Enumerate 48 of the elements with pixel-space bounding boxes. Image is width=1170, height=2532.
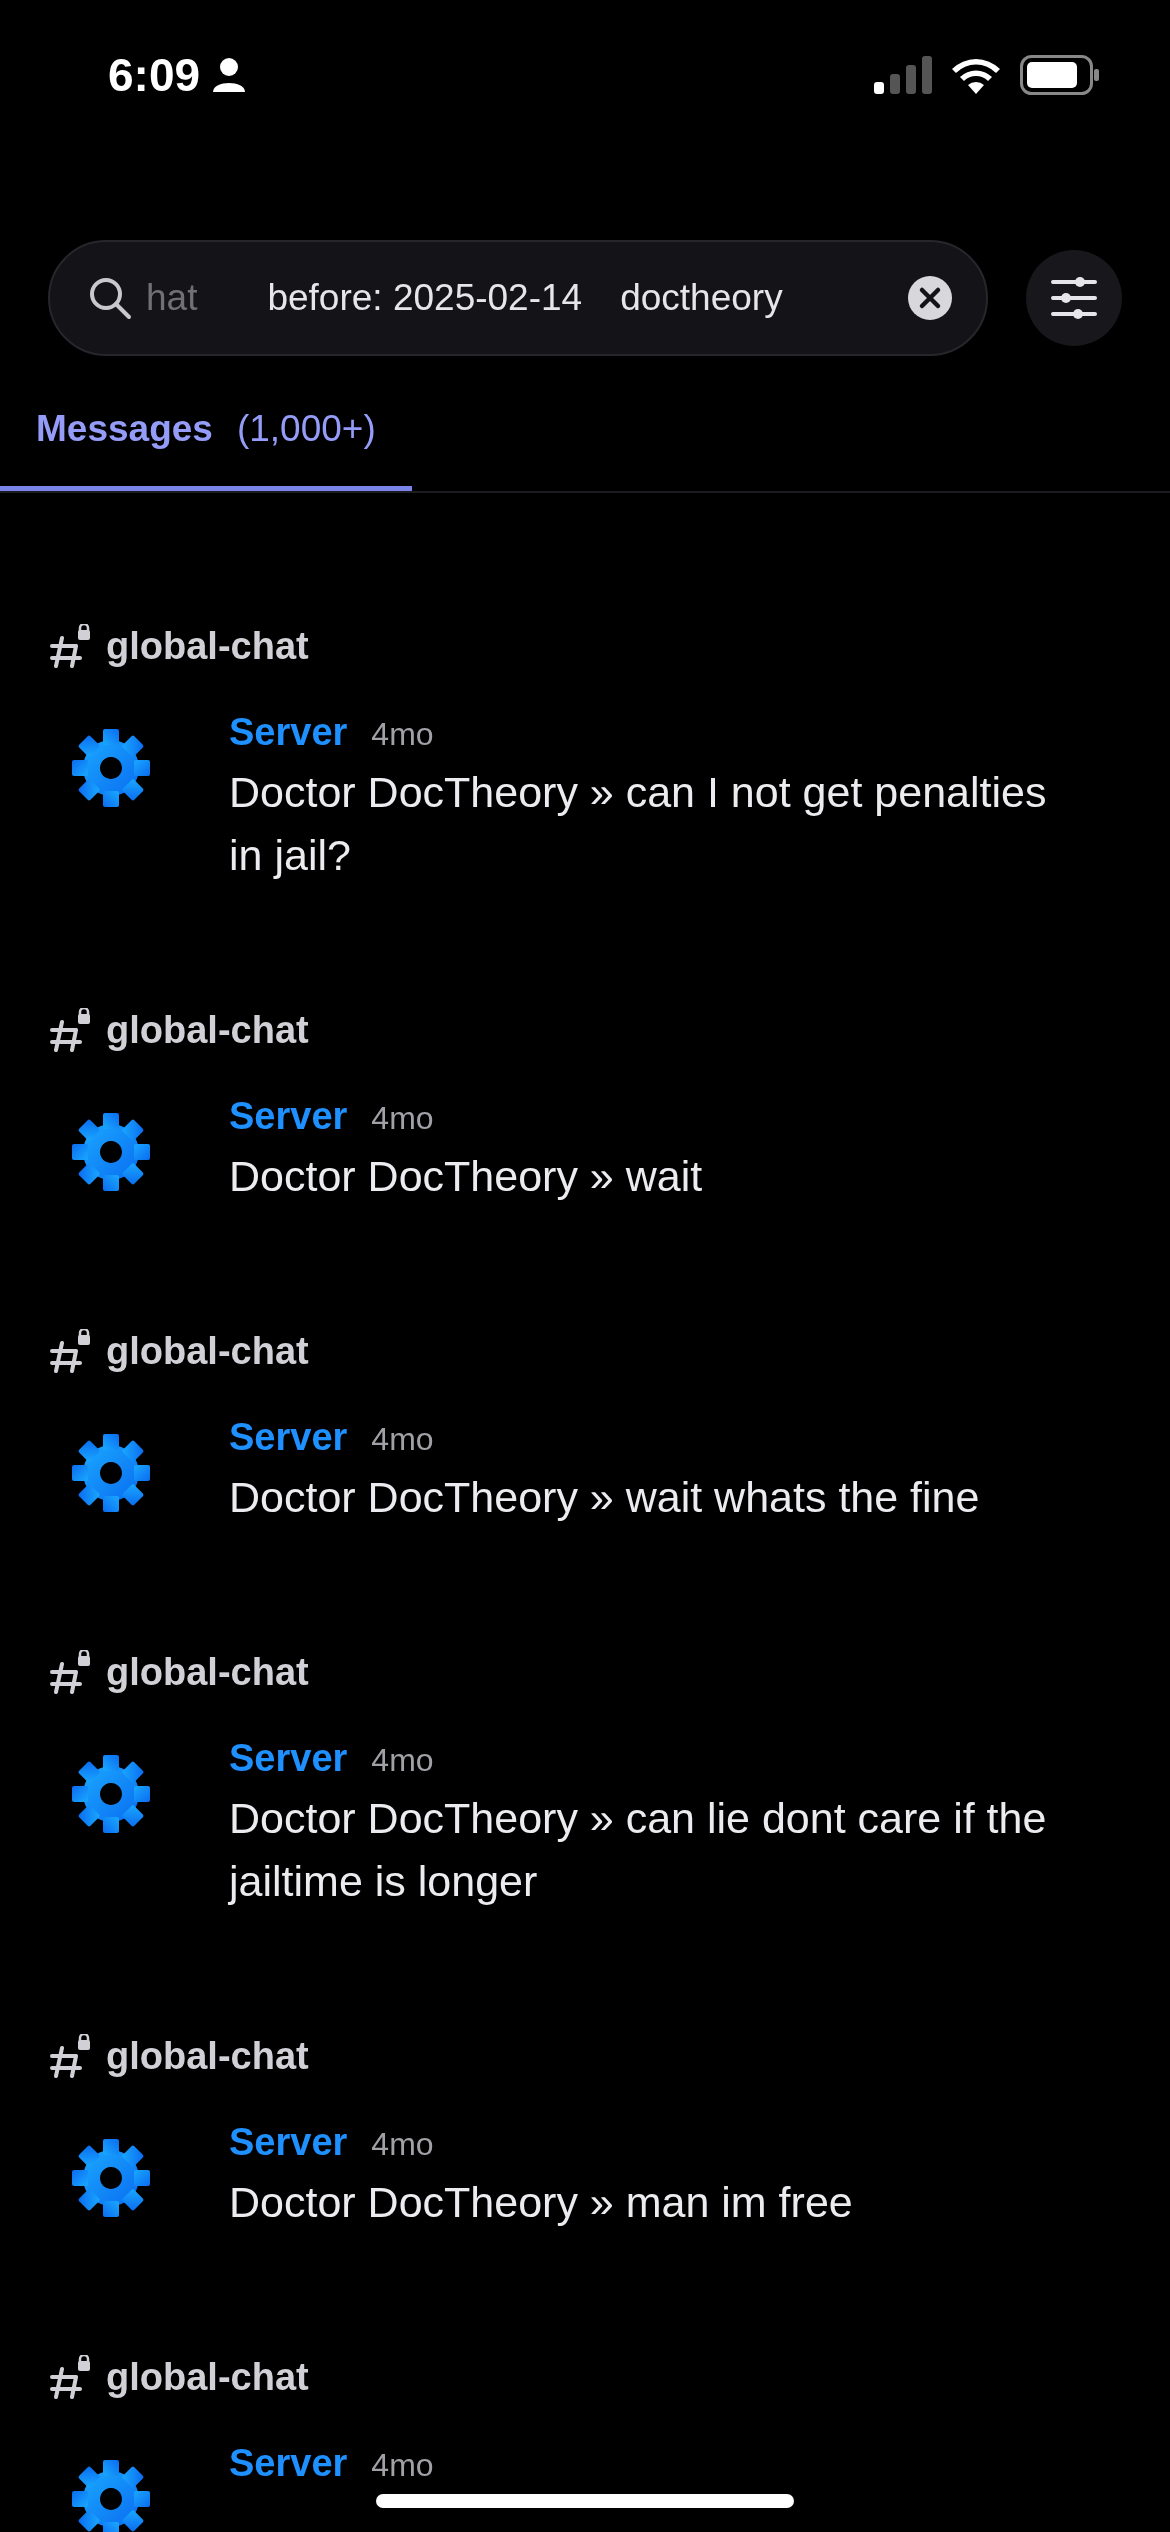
timestamp: 4mo [371, 716, 434, 753]
search-token: doctheory [620, 277, 783, 319]
channel-name: global-chat [106, 1329, 309, 1373]
gear-icon [70, 2458, 151, 2532]
timestamp: 4mo [371, 1100, 434, 1137]
messages-tab[interactable]: Messages (1,000+) [0, 396, 412, 491]
signal-icon [874, 56, 932, 94]
author-name: Server [229, 2442, 348, 2485]
sliders-icon [1050, 276, 1098, 320]
gear-icon [70, 1111, 151, 1192]
timestamp: 4mo [371, 1742, 434, 1779]
gear-icon [70, 2137, 151, 2218]
author-name: Server [229, 1737, 348, 1780]
channel-name: global-chat [106, 2355, 309, 2399]
timestamp: 4mo [371, 1421, 434, 1458]
message-text: Doctor DocTheory » man im free [229, 2177, 853, 2228]
message-text: Doctor DocTheory » wait [229, 1151, 703, 1202]
author-name: Server [229, 1416, 348, 1459]
gear-icon [70, 1432, 151, 1513]
channel-name: global-chat [106, 624, 309, 668]
battery-icon [1020, 55, 1100, 95]
clock-time: 6:09 [108, 48, 201, 102]
person-icon [212, 57, 247, 93]
gear-icon [70, 727, 151, 808]
clear-icon[interactable] [908, 276, 952, 320]
author-name: Server [229, 1095, 348, 1138]
locked-channel-icon [50, 1650, 92, 1694]
message-text: Doctor DocTheory » can lie dont care if the jailtime is longer [229, 1793, 1048, 1907]
locked-channel-icon [50, 1329, 92, 1373]
locked-channel-icon [50, 624, 92, 668]
gear-icon [70, 1753, 151, 1834]
locked-channel-icon [50, 2034, 92, 2078]
search-field[interactable]: hat before: 2025-02-14 doctheory [48, 240, 988, 356]
channel-name: global-chat [106, 1650, 309, 1694]
channel-name: global-chat [106, 2034, 309, 2078]
message-text: Doctor DocTheory » wait whats the fine [229, 1472, 980, 1523]
author-name: Server [229, 2121, 348, 2164]
locked-channel-icon [50, 1008, 92, 1052]
channel-name: global-chat [106, 1008, 309, 1052]
timestamp: 4mo [371, 2447, 434, 2484]
search-token: hat [146, 277, 198, 319]
author-name: Server [229, 711, 348, 754]
message-text: Doctor DocTheory » can I not get penalties in jail? [229, 767, 1048, 881]
wifi-icon [950, 56, 1002, 94]
search-icon [88, 276, 132, 320]
search-token: before: 2025-02-14 [267, 277, 583, 319]
timestamp: 4mo [371, 2126, 434, 2163]
locked-channel-icon [50, 2355, 92, 2399]
